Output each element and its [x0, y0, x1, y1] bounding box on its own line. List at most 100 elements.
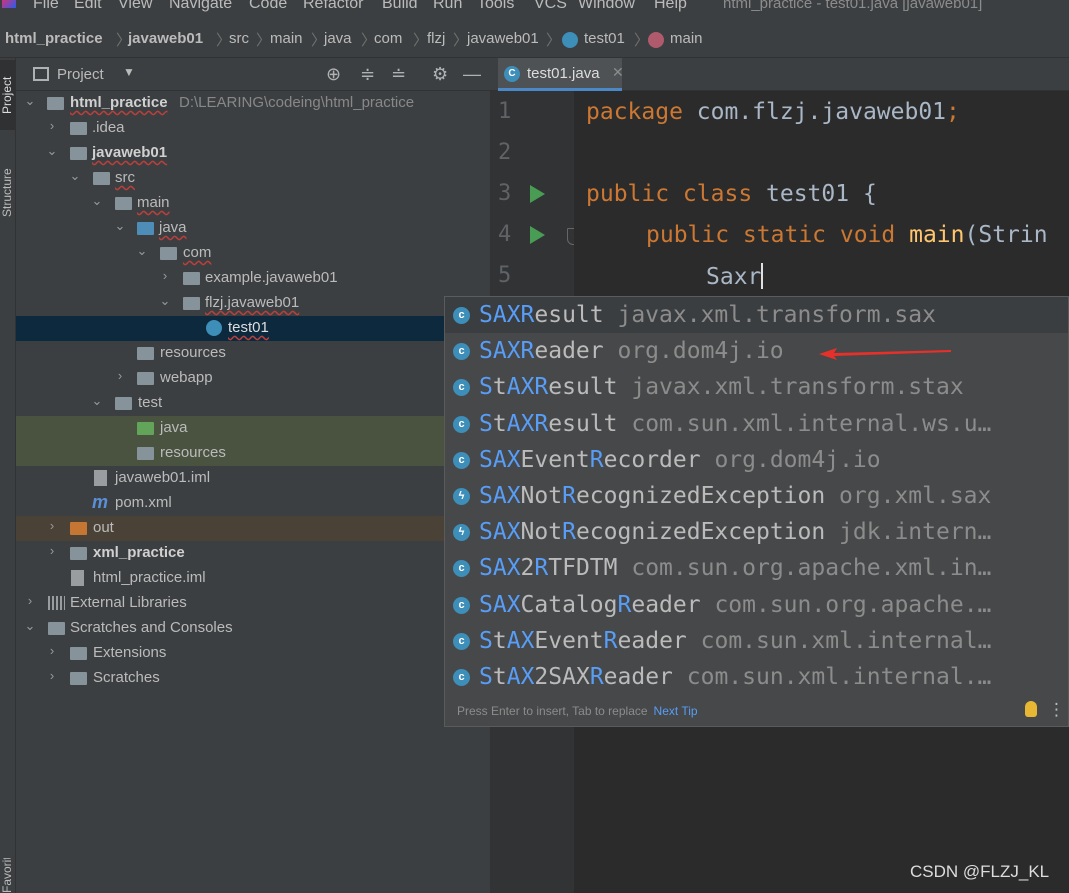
completion-item[interactable]: c SAXEventRecorder org.dom4j.io	[445, 442, 1068, 478]
tree-item-label: resources	[160, 444, 226, 461]
lightbulb-icon[interactable]	[1025, 701, 1037, 717]
tree-item[interactable]: ⌄ Scratches and Consoles	[16, 616, 490, 641]
chevron-right-icon[interactable]: ›	[46, 118, 58, 133]
completion-item[interactable]: c SAXResult javax.xml.transform.sax	[445, 297, 1068, 333]
chevron-down-icon[interactable]: ⌄	[91, 393, 103, 409]
favorites-tool-tab[interactable]: Favorites	[0, 858, 16, 893]
folder-icon	[93, 172, 110, 185]
tree-item-selected[interactable]: test01	[16, 316, 490, 341]
tree-item[interactable]: ⌄ java	[16, 216, 490, 241]
chevron-right-icon[interactable]: ›	[46, 643, 58, 658]
chevron-right-icon[interactable]: ›	[114, 368, 126, 383]
crumb-java[interactable]: java	[324, 30, 352, 47]
menu-tools[interactable]: Tools	[477, 0, 514, 13]
crumb-class[interactable]: test01	[584, 30, 625, 47]
crumb-javaweb01[interactable]: javaweb01	[467, 30, 539, 47]
crumb-flzj[interactable]: flzj	[427, 30, 445, 47]
editor-tab-test01[interactable]: C test01.java ✕	[498, 58, 624, 91]
chevron-right-icon[interactable]: ›	[159, 268, 171, 283]
run-icon[interactable]	[530, 185, 545, 203]
completion-item[interactable]: c StAXEventReader com.sun.xml.internal…	[445, 623, 1068, 659]
tree-item[interactable]: › xml_practice	[16, 541, 490, 566]
match-highlight: R	[534, 555, 549, 582]
completion-item[interactable]: ϟ SAXNotRecognizedException org.xml.sax	[445, 478, 1068, 514]
menu-run[interactable]: Run	[433, 0, 462, 13]
tree-item[interactable]: m pom.xml	[16, 491, 490, 516]
match-highlight: R	[589, 446, 604, 473]
tree-item[interactable]: html_practice.iml	[16, 566, 490, 591]
expand-all-icon[interactable]: ≑	[360, 64, 375, 85]
menu-edit[interactable]: Edit	[74, 0, 102, 13]
completion-item[interactable]: ϟ SAXNotRecognizedException jdk.intern…	[445, 514, 1068, 550]
tree-item[interactable]: ⌄ test	[16, 391, 490, 416]
menu-navigate[interactable]: Navigate	[169, 0, 232, 13]
crumb-main[interactable]: main	[270, 30, 303, 47]
chevron-right-icon[interactable]: ›	[46, 518, 58, 533]
project-view-title[interactable]: Project	[57, 66, 104, 83]
code-line: public class test01 {	[586, 181, 877, 207]
crumb-method[interactable]: main	[670, 30, 703, 47]
tree-item[interactable]: › Scratches	[16, 666, 490, 691]
chevron-down-icon[interactable]: ⌄	[69, 168, 81, 184]
tree-item[interactable]: › example.javaweb01	[16, 266, 490, 291]
close-icon[interactable]: ✕	[612, 64, 624, 81]
chevron-right-icon[interactable]: ›	[46, 543, 58, 558]
chevron-down-icon[interactable]: ⌄	[91, 193, 103, 209]
menu-refactor[interactable]: Refactor	[303, 0, 363, 13]
tree-item[interactable]: ⌄ src	[16, 166, 490, 191]
completion-item[interactable]: c SAXReader org.dom4j.io	[445, 333, 1068, 369]
locate-icon[interactable]: ⊕	[326, 64, 341, 85]
chevron-down-icon[interactable]: ▼	[123, 65, 135, 79]
chevron-down-icon[interactable]: ⌄	[24, 93, 36, 109]
run-icon[interactable]	[530, 226, 545, 244]
chevron-right-icon[interactable]: ›	[24, 593, 36, 608]
chevron-right-icon[interactable]: ›	[46, 668, 58, 683]
gear-icon[interactable]: ⚙	[432, 64, 448, 85]
project-tool-tab[interactable]: Project	[0, 60, 16, 130]
tree-item[interactable]: ⌄ com	[16, 241, 490, 266]
completion-item[interactable]: c StAXResult javax.xml.transform.stax	[445, 369, 1068, 405]
match-highlight: S	[479, 374, 493, 401]
menu-build[interactable]: Build	[382, 0, 418, 13]
tree-item[interactable]: ⌄ flzj.javaweb01	[16, 291, 490, 316]
tree-item[interactable]: › webapp	[16, 366, 490, 391]
tree-item[interactable]: ⌄ main	[16, 191, 490, 216]
completion-item-package: com.sun.xml.internal…	[686, 627, 992, 654]
chevron-down-icon[interactable]: ⌄	[114, 218, 126, 234]
crumb-module[interactable]: javaweb01	[128, 30, 203, 47]
more-options-icon[interactable]: ⋮	[1048, 700, 1065, 720]
menu-view[interactable]: View	[118, 0, 152, 13]
tree-item[interactable]: › out	[16, 516, 490, 541]
menu-help[interactable]: Help	[654, 0, 687, 13]
completion-item[interactable]: c StAX2SAXReader com.sun.xml.internal.…	[445, 659, 1068, 695]
tree-item[interactable]: › Extensions	[16, 641, 490, 666]
tree-item[interactable]: java	[16, 416, 490, 441]
completion-item[interactable]: c SAXCatalogReader com.sun.org.apache.…	[445, 587, 1068, 623]
menu-code[interactable]: Code	[249, 0, 287, 13]
tree-item[interactable]: resources	[16, 441, 490, 466]
chevron-down-icon[interactable]: ⌄	[136, 243, 148, 259]
structure-tool-tab[interactable]: Structure	[0, 153, 16, 233]
crumb-project[interactable]: html_practice	[5, 30, 103, 47]
hide-icon[interactable]: —	[463, 64, 481, 85]
tree-item[interactable]: javaweb01.iml	[16, 466, 490, 491]
chevron-down-icon[interactable]: ⌄	[24, 618, 36, 634]
menu-file[interactable]: File	[33, 0, 59, 13]
completion-item[interactable]: c SAX2RTFDTM com.sun.org.apache.xml.in…	[445, 550, 1068, 586]
menu-vcs[interactable]: VCS	[534, 0, 567, 13]
tree-item[interactable]: ⌄ html_practice D:\LEARING\codeing\html_…	[16, 91, 490, 116]
crumb-com[interactable]: com	[374, 30, 402, 47]
tree-item[interactable]: resources	[16, 341, 490, 366]
completion-item-package: org.xml.sax	[825, 483, 992, 509]
next-tip-link[interactable]: Next Tip	[654, 704, 698, 718]
match-highlight: SAX	[479, 555, 521, 582]
collapse-all-icon[interactable]: ≐	[391, 64, 406, 85]
tree-item[interactable]: › External Libraries	[16, 591, 490, 616]
completion-item[interactable]: c StAXResult com.sun.xml.internal.ws.u…	[445, 406, 1068, 442]
tree-item[interactable]: › .idea	[16, 116, 490, 141]
menu-window[interactable]: Window	[578, 0, 635, 13]
chevron-down-icon[interactable]: ⌄	[159, 293, 171, 309]
tree-item[interactable]: ⌄ javaweb01	[16, 141, 490, 166]
crumb-src[interactable]: src	[229, 30, 249, 47]
chevron-down-icon[interactable]: ⌄	[46, 143, 58, 159]
